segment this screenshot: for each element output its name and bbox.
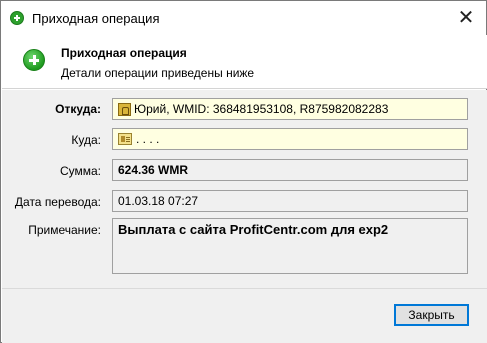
window-title: Приходная операция — [32, 11, 160, 26]
wallet-card-icon — [118, 133, 132, 145]
from-value: Юрий, WMID: 368481953108, R875982082283 — [134, 102, 389, 116]
to-label: Куда: — [71, 133, 101, 147]
add-circle-icon — [23, 49, 45, 71]
title-bar[interactable]: Приходная операция ✕ — [1, 1, 486, 35]
date-value: 01.03.18 07:27 — [118, 194, 199, 208]
date-field[interactable]: 01.03.18 07:27 — [112, 190, 468, 212]
to-value: . . . . — [136, 132, 160, 146]
dialog-header: Приходная операция Детали операции приве… — [2, 35, 487, 89]
to-field[interactable]: . . . . — [112, 128, 468, 150]
note-value: Выплата с сайта ProfitCentr.com для exp2 — [118, 222, 389, 237]
amount-value: 624.36 WMR — [118, 163, 189, 177]
note-field[interactable]: Выплата с сайта ProfitCentr.com для exp2 — [112, 218, 468, 274]
details-panel: Откуда: Юрий, WMID: 368481953108, R87598… — [2, 90, 487, 288]
from-field[interactable]: Юрий, WMID: 368481953108, R875982082283 — [112, 98, 468, 120]
close-window-button[interactable]: ✕ — [447, 2, 485, 32]
amount-label: Сумма: — [59, 164, 101, 178]
dialog-footer: Закрыть — [2, 288, 487, 343]
dialog-window: Приходная операция ✕ Приходная операция … — [0, 0, 487, 343]
add-circle-icon — [10, 11, 24, 25]
header-subtitle: Детали операции приведены ниже — [61, 66, 255, 80]
purse-icon — [118, 102, 131, 116]
header-title: Приходная операция — [61, 46, 187, 60]
date-label: Дата перевода: — [14, 195, 101, 209]
close-button[interactable]: Закрыть — [394, 304, 469, 326]
from-label: Откуда: — [55, 102, 101, 116]
note-label: Примечание: — [28, 223, 101, 237]
amount-field[interactable]: 624.36 WMR — [112, 159, 468, 181]
